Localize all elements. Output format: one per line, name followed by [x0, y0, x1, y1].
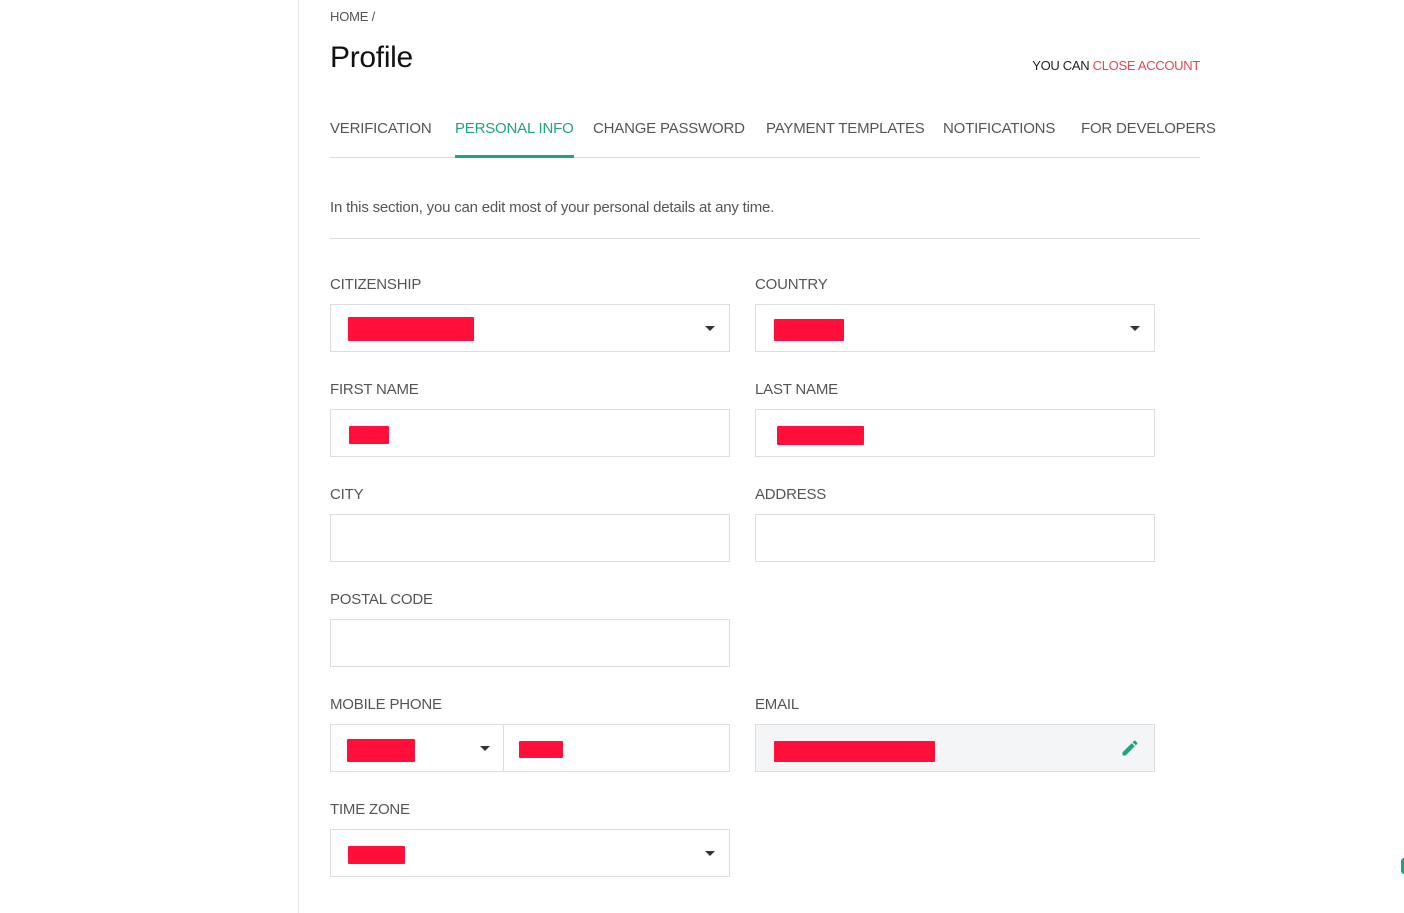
- country-value-redacted: [774, 319, 844, 341]
- tab-payment-templates[interactable]: PAYMENT TEMPLATES: [766, 116, 925, 157]
- close-account-notice: YOU CAN CLOSE ACCOUNT: [1032, 58, 1200, 73]
- address-label: ADDRESS: [755, 486, 827, 503]
- citizenship-value-redacted: [348, 317, 474, 341]
- caret-down-icon: [1130, 326, 1140, 331]
- close-account-link[interactable]: CLOSE ACCOUNT: [1093, 58, 1201, 73]
- email-label: EMAIL: [755, 696, 800, 713]
- city-label: CITY: [330, 486, 364, 503]
- time-zone-label: TIME ZONE: [330, 801, 410, 818]
- email-field: [755, 724, 1155, 772]
- first-name-input[interactable]: [330, 409, 730, 457]
- time-zone-value-redacted: [348, 846, 405, 864]
- last-name-label: LAST NAME: [755, 381, 838, 398]
- caret-down-icon: [480, 746, 490, 751]
- pencil-icon[interactable]: [1120, 738, 1140, 758]
- phone-number-input[interactable]: [503, 724, 730, 772]
- last-name-input[interactable]: [755, 409, 1155, 457]
- address-input[interactable]: [755, 514, 1155, 562]
- tab-personal-info[interactable]: PERSONAL INFO: [455, 116, 574, 158]
- country-label: COUNTRY: [755, 276, 828, 293]
- close-account-prefix: YOU CAN: [1032, 58, 1090, 73]
- phone-code-redacted: [347, 739, 415, 762]
- time-zone-select[interactable]: [330, 829, 730, 877]
- section-intro: In this section, you can edit most of yo…: [330, 199, 775, 216]
- section-divider: [330, 238, 1200, 239]
- tab-change-password[interactable]: CHANGE PASSWORD: [593, 116, 745, 157]
- phone-code-select[interactable]: [330, 724, 504, 772]
- postal-code-input[interactable]: [330, 619, 730, 667]
- country-select[interactable]: [755, 304, 1155, 352]
- postal-code-label: POSTAL CODE: [330, 591, 433, 608]
- tab-for-developers[interactable]: FOR DEVELOPERS: [1081, 116, 1216, 157]
- breadcrumb[interactable]: HOME /: [330, 9, 375, 24]
- tab-verification[interactable]: VERIFICATION: [330, 116, 432, 157]
- citizenship-label: CITIZENSHIP: [330, 276, 422, 293]
- first-name-value-redacted: [349, 426, 389, 444]
- tab-notifications[interactable]: NOTIFICATIONS: [943, 116, 1055, 157]
- first-name-label: FIRST NAME: [330, 381, 419, 398]
- sidebar-divider: [298, 0, 299, 913]
- page-title: Profile: [330, 41, 413, 74]
- profile-tabs: VERIFICATION PERSONAL INFO CHANGE PASSWO…: [330, 116, 1216, 158]
- email-value-redacted: [774, 741, 935, 762]
- caret-down-icon: [705, 851, 715, 856]
- mobile-phone-label: MOBILE PHONE: [330, 696, 442, 713]
- phone-number-redacted: [519, 741, 563, 758]
- citizenship-select[interactable]: [330, 304, 730, 352]
- caret-down-icon: [705, 326, 715, 331]
- city-input[interactable]: [330, 514, 730, 562]
- last-name-value-redacted: [777, 426, 864, 445]
